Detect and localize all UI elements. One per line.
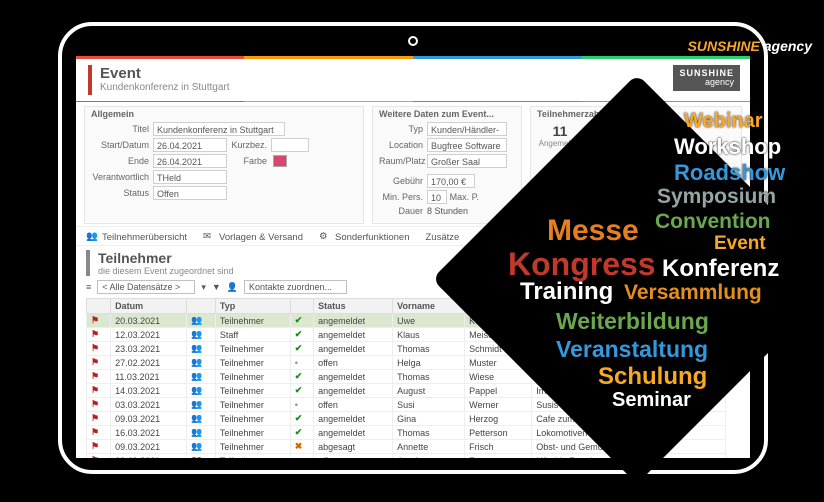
flag-icon: ⚑ [91, 427, 99, 437]
table-row[interactable]: ⚑03.03.2021👥Teilnehmer•offenSusiWernerSu… [87, 398, 726, 412]
table-row[interactable]: ⚑20.03.2021👥Teilnehmer✔angemeldetUweKell… [87, 314, 726, 328]
panel-teilnehmerzahlen: Teilnehmerzahlen 11Angemeldet3Offen1Abge… [530, 106, 742, 224]
col-header[interactable]: Vorname [393, 299, 465, 314]
col-header[interactable]: Datum [111, 299, 187, 314]
flag-icon: ⚑ [91, 357, 99, 367]
participants-table: Datum Typ StatusVornameNameFirma ⚑20.03.20… [86, 298, 726, 458]
field-location[interactable]: Bugfree Software GmbH [427, 138, 507, 152]
camera-icon [408, 36, 418, 46]
add-button[interactable]: Hinzufügen [625, 354, 685, 370]
table-row[interactable]: ⚑02.03.2021👥Teilnehmer•offenAntoineFouqu… [87, 454, 726, 459]
col-header[interactable]: Typ [215, 299, 290, 314]
people-icon: 👥 [187, 398, 216, 412]
page-title: Event [88, 65, 738, 82]
mail-icon: ✉ [203, 231, 215, 243]
section-header: Teilnehmer die diesem Event zugeordnet s… [76, 246, 750, 278]
table-row[interactable]: ⚑14.03.2021👥Teilnehmer✔angemeldetAugustP… [87, 384, 726, 398]
field-ende[interactable]: 26.04.2021 17:00 [153, 154, 227, 168]
flag-icon: ⚑ [91, 315, 99, 325]
panel-allgemein: Allgemein TitelKundenkonferenz in Stuttg… [84, 106, 364, 224]
flag-icon: ⚑ [91, 329, 99, 339]
flag-icon: ⚑ [91, 441, 99, 451]
stat-offen: 3Offen [589, 121, 647, 150]
panel-weitere: Weitere Daten zum Event... TypKunden/Hän… [372, 106, 522, 224]
table-row[interactable]: ⚑09.03.2021👥Teilnehmer✔angemeldetGinaHer… [87, 412, 726, 426]
people-icon: 👥 [187, 412, 216, 426]
stat-teilgenommen: 0Teilgenommen [589, 150, 647, 179]
stat-abges: 1Abges [647, 121, 705, 150]
col-header[interactable] [87, 299, 111, 314]
person-add-icon[interactable]: 👤 [227, 282, 238, 293]
brand-logo: SUNSHINEagency [673, 65, 740, 91]
tab-vorlagen-versand[interactable]: ✉Vorlagen & Versand [203, 231, 303, 243]
table-row[interactable]: ⚑11.03.2021👥Teilnehmer✔angemeldetThomasW… [87, 370, 726, 384]
flag-icon: ⚑ [91, 413, 99, 423]
field-raum[interactable]: Großer Saal [427, 154, 507, 168]
people-icon: 👥 [187, 440, 216, 454]
people-icon: 👥 [187, 426, 216, 440]
tab-teilnehmeruebersicht[interactable]: 👥Teilnehmerübersicht [86, 231, 187, 243]
page-header: Event Kundenkonferenz in Stuttgart SUNSH… [76, 56, 750, 102]
field-minpers[interactable]: 10 [427, 190, 447, 204]
people-icon: 👥 [187, 454, 216, 459]
field-titel[interactable]: Kundenkonferenz in Stuttgart [153, 122, 285, 136]
filter-icon[interactable]: ▾ [201, 282, 206, 293]
gear-icon: ⚙ [319, 231, 331, 243]
col-header[interactable] [290, 299, 313, 314]
field-typ[interactable]: Kunden/Händler-Event [427, 122, 507, 136]
remove-button[interactable]: Entfernen [691, 354, 744, 370]
filter-dropdown[interactable]: < Alle Datensätze > [97, 280, 195, 294]
tab-zusaetze[interactable]: Zusätze [425, 232, 459, 243]
section-desc: die diesem Event zugeordnet sind [86, 266, 740, 276]
section-title: Teilnehmer [86, 250, 740, 266]
table-row[interactable]: ⚑16.03.2021👥Teilnehmer✔angemeldetThomasP… [87, 426, 726, 440]
row-count-icon: ≡ [86, 282, 91, 292]
flag-icon: ⚑ [91, 399, 99, 409]
assign-contacts-dropdown[interactable]: Kontakte zuordnen... [244, 280, 347, 294]
people-icon: 👥 [187, 384, 216, 398]
flag-icon: ⚑ [91, 343, 99, 353]
col-header[interactable]: Name [465, 299, 532, 314]
people-icon: 👥 [187, 370, 216, 384]
funnel-icon[interactable]: ▼ [212, 282, 221, 292]
flag-icon: ⚑ [91, 371, 99, 381]
app-screen: Event Kundenkonferenz in Stuttgart SUNSH… [76, 56, 750, 458]
field-status[interactable]: Offen [153, 186, 227, 200]
col-header[interactable]: Firma [532, 299, 726, 314]
field-verantwortlich[interactable]: THeld [153, 170, 227, 184]
color-swatch[interactable] [273, 155, 287, 167]
people-icon: 👥 [187, 356, 216, 370]
laptop-frame: Event Kundenkonferenz in Stuttgart SUNSH… [58, 22, 768, 474]
field-gebuehr[interactable]: 170,00 € [427, 174, 475, 188]
people-icon: 👥 [86, 231, 98, 243]
stat-angemeldet: 11Angemeldet [531, 121, 589, 150]
page-subtitle: Kundenkonferenz in Stuttgart [88, 82, 738, 93]
tab-bar: 👥Teilnehmerübersicht ✉Vorlagen & Versand… [76, 226, 750, 246]
field-start[interactable]: 26.04.2021 09:00 [153, 138, 227, 152]
flag-icon: ⚑ [91, 385, 99, 395]
stat-plätze: 139Plätze [647, 150, 705, 179]
table-row[interactable]: ⚑09.03.2021👥Teilnehmer✖abgesagtAnnetteFr… [87, 440, 726, 454]
flag-icon: ⚑ [91, 455, 99, 458]
field-kurzbez[interactable] [271, 138, 309, 152]
people-icon: 👥 [187, 328, 216, 342]
side-actions: Teilnehmer Hinzufügen Entfernen [624, 340, 744, 370]
stat-markiert: 5Markiert [531, 179, 589, 208]
col-header[interactable]: Status [314, 299, 393, 314]
field-dauer: 8 Stunden [427, 206, 468, 216]
grid-toolbar: ≡ < Alle Datensätze > ▾ ▼ 👤 Kontakte zuo… [76, 278, 750, 298]
stat-warteliste: 0Warteliste [531, 150, 589, 179]
people-icon: 👥 [187, 342, 216, 356]
people-icon: 👥 [187, 314, 216, 328]
col-header[interactable] [187, 299, 216, 314]
tab-sonderfunktionen[interactable]: ⚙Sonderfunktionen [319, 231, 409, 243]
